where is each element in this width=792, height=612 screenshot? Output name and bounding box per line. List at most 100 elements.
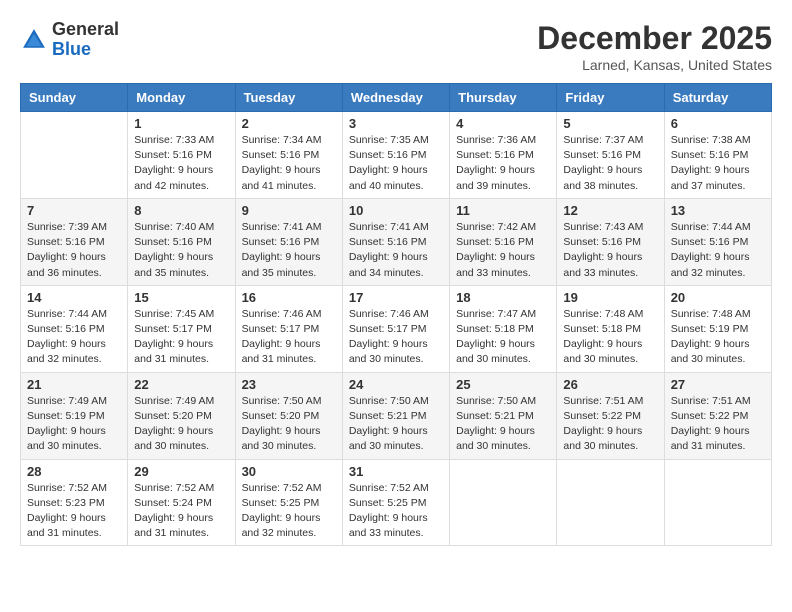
day-number: 1: [134, 116, 228, 131]
day-number: 17: [349, 290, 443, 305]
header-saturday: Saturday: [664, 84, 771, 112]
day-number: 28: [27, 464, 121, 479]
day-number: 9: [242, 203, 336, 218]
day-number: 8: [134, 203, 228, 218]
calendar-cell: 12 Sunrise: 7:43 AMSunset: 5:16 PMDayligh…: [557, 198, 664, 285]
calendar-cell: [450, 459, 557, 546]
day-info: Sunrise: 7:47 AMSunset: 5:18 PMDaylight:…: [456, 307, 550, 368]
calendar-cell: 6 Sunrise: 7:38 AMSunset: 5:16 PMDaylight…: [664, 112, 771, 199]
logo-icon: [20, 26, 48, 54]
calendar-cell: 17 Sunrise: 7:46 AMSunset: 5:17 PMDayligh…: [342, 285, 449, 372]
day-number: 14: [27, 290, 121, 305]
calendar-cell: 26 Sunrise: 7:51 AMSunset: 5:22 PMDayligh…: [557, 372, 664, 459]
day-info: Sunrise: 7:52 AMSunset: 5:25 PMDaylight:…: [242, 481, 336, 542]
day-number: 4: [456, 116, 550, 131]
calendar-cell: 1 Sunrise: 7:33 AMSunset: 5:16 PMDaylight…: [128, 112, 235, 199]
calendar-cell: 30 Sunrise: 7:52 AMSunset: 5:25 PMDayligh…: [235, 459, 342, 546]
calendar-cell: 29Sunrise: 7:52 AMSunset: 5:24 PMDayligh…: [128, 459, 235, 546]
calendar-header: SundayMondayTuesdayWednesdayThursdayFrid…: [21, 84, 772, 112]
day-number: 23: [242, 377, 336, 392]
calendar-cell: 15 Sunrise: 7:45 AMSunset: 5:17 PMDayligh…: [128, 285, 235, 372]
day-number: 5: [563, 116, 657, 131]
day-number: 18: [456, 290, 550, 305]
calendar-week-4: 28Sunrise: 7:52 AMSunset: 5:23 PMDayligh…: [21, 459, 772, 546]
day-number: 3: [349, 116, 443, 131]
calendar-cell: [21, 112, 128, 199]
day-number: 24: [349, 377, 443, 392]
day-info: Sunrise: 7:35 AMSunset: 5:16 PMDaylight:…: [349, 133, 443, 194]
calendar-cell: 10Sunrise: 7:41 AMSunset: 5:16 PMDayligh…: [342, 198, 449, 285]
calendar-cell: 13 Sunrise: 7:44 AMSunset: 5:16 PMDayligh…: [664, 198, 771, 285]
page-header: General Blue December 2025 Larned, Kansa…: [20, 20, 772, 73]
day-number: 7: [27, 203, 121, 218]
calendar-cell: 24Sunrise: 7:50 AMSunset: 5:21 PMDayligh…: [342, 372, 449, 459]
day-number: 25: [456, 377, 550, 392]
day-info: Sunrise: 7:38 AMSunset: 5:16 PMDaylight:…: [671, 133, 765, 194]
day-info: Sunrise: 7:49 AMSunset: 5:19 PMDaylight:…: [27, 394, 121, 455]
day-number: 22: [134, 377, 228, 392]
calendar-cell: 21 Sunrise: 7:49 AMSunset: 5:19 PMDayligh…: [21, 372, 128, 459]
day-info: Sunrise: 7:46 AMSunset: 5:17 PMDaylight:…: [242, 307, 336, 368]
day-info: Sunrise: 7:36 AMSunset: 5:16 PMDaylight:…: [456, 133, 550, 194]
day-info: Sunrise: 7:41 AMSunset: 5:16 PMDaylight:…: [349, 220, 443, 281]
day-info: Sunrise: 7:33 AMSunset: 5:16 PMDaylight:…: [134, 133, 228, 194]
header-monday: Monday: [128, 84, 235, 112]
calendar-cell: 28Sunrise: 7:52 AMSunset: 5:23 PMDayligh…: [21, 459, 128, 546]
calendar-cell: 4 Sunrise: 7:36 AMSunset: 5:16 PMDaylight…: [450, 112, 557, 199]
header-sunday: Sunday: [21, 84, 128, 112]
day-info: Sunrise: 7:48 AMSunset: 5:19 PMDaylight:…: [671, 307, 765, 368]
day-number: 21: [27, 377, 121, 392]
day-number: 30: [242, 464, 336, 479]
day-info: Sunrise: 7:44 AMSunset: 5:16 PMDaylight:…: [671, 220, 765, 281]
calendar-cell: 20 Sunrise: 7:48 AMSunset: 5:19 PMDayligh…: [664, 285, 771, 372]
logo: General Blue: [20, 20, 119, 60]
day-info: Sunrise: 7:34 AMSunset: 5:16 PMDaylight:…: [242, 133, 336, 194]
calendar-cell: 22 Sunrise: 7:49 AMSunset: 5:20 PMDayligh…: [128, 372, 235, 459]
day-info: Sunrise: 7:41 AMSunset: 5:16 PMDaylight:…: [242, 220, 336, 281]
calendar-cell: [664, 459, 771, 546]
calendar-cell: 7 Sunrise: 7:39 AMSunset: 5:16 PMDaylight…: [21, 198, 128, 285]
day-info: Sunrise: 7:42 AMSunset: 5:16 PMDaylight:…: [456, 220, 550, 281]
calendar-week-3: 21 Sunrise: 7:49 AMSunset: 5:19 PMDayligh…: [21, 372, 772, 459]
calendar-cell: 2 Sunrise: 7:34 AMSunset: 5:16 PMDaylight…: [235, 112, 342, 199]
day-info: Sunrise: 7:43 AMSunset: 5:16 PMDaylight:…: [563, 220, 657, 281]
day-info: Sunrise: 7:51 AMSunset: 5:22 PMDaylight:…: [671, 394, 765, 455]
day-info: Sunrise: 7:49 AMSunset: 5:20 PMDaylight:…: [134, 394, 228, 455]
header-friday: Friday: [557, 84, 664, 112]
day-number: 20: [671, 290, 765, 305]
title-area: December 2025 Larned, Kansas, United Sta…: [537, 20, 772, 73]
calendar-week-0: 1 Sunrise: 7:33 AMSunset: 5:16 PMDaylight…: [21, 112, 772, 199]
day-number: 26: [563, 377, 657, 392]
day-info: Sunrise: 7:45 AMSunset: 5:17 PMDaylight:…: [134, 307, 228, 368]
day-number: 13: [671, 203, 765, 218]
calendar-cell: 23Sunrise: 7:50 AMSunset: 5:20 PMDayligh…: [235, 372, 342, 459]
header-thursday: Thursday: [450, 84, 557, 112]
calendar-cell: 9 Sunrise: 7:41 AMSunset: 5:16 PMDaylight…: [235, 198, 342, 285]
calendar-week-1: 7 Sunrise: 7:39 AMSunset: 5:16 PMDaylight…: [21, 198, 772, 285]
logo-general: General: [52, 19, 119, 39]
logo-text: General Blue: [52, 20, 119, 60]
day-number: 11: [456, 203, 550, 218]
month-title: December 2025: [537, 20, 772, 57]
day-number: 15: [134, 290, 228, 305]
calendar-cell: 31 Sunrise: 7:52 AMSunset: 5:25 PMDayligh…: [342, 459, 449, 546]
location: Larned, Kansas, United States: [537, 57, 772, 73]
logo-blue: Blue: [52, 39, 91, 59]
day-number: 27: [671, 377, 765, 392]
day-info: Sunrise: 7:52 AMSunset: 5:25 PMDaylight:…: [349, 481, 443, 542]
day-info: Sunrise: 7:40 AMSunset: 5:16 PMDaylight:…: [134, 220, 228, 281]
day-info: Sunrise: 7:46 AMSunset: 5:17 PMDaylight:…: [349, 307, 443, 368]
day-number: 6: [671, 116, 765, 131]
day-number: 2: [242, 116, 336, 131]
day-info: Sunrise: 7:51 AMSunset: 5:22 PMDaylight:…: [563, 394, 657, 455]
calendar-body: 1 Sunrise: 7:33 AMSunset: 5:16 PMDaylight…: [21, 112, 772, 546]
calendar-cell: 18 Sunrise: 7:47 AMSunset: 5:18 PMDayligh…: [450, 285, 557, 372]
day-info: Sunrise: 7:50 AMSunset: 5:21 PMDaylight:…: [456, 394, 550, 455]
header-wednesday: Wednesday: [342, 84, 449, 112]
calendar-table: SundayMondayTuesdayWednesdayThursdayFrid…: [20, 83, 772, 546]
day-number: 12: [563, 203, 657, 218]
calendar-cell: 27 Sunrise: 7:51 AMSunset: 5:22 PMDayligh…: [664, 372, 771, 459]
day-info: Sunrise: 7:39 AMSunset: 5:16 PMDaylight:…: [27, 220, 121, 281]
day-number: 31: [349, 464, 443, 479]
day-info: Sunrise: 7:52 AMSunset: 5:24 PMDaylight:…: [134, 481, 228, 542]
